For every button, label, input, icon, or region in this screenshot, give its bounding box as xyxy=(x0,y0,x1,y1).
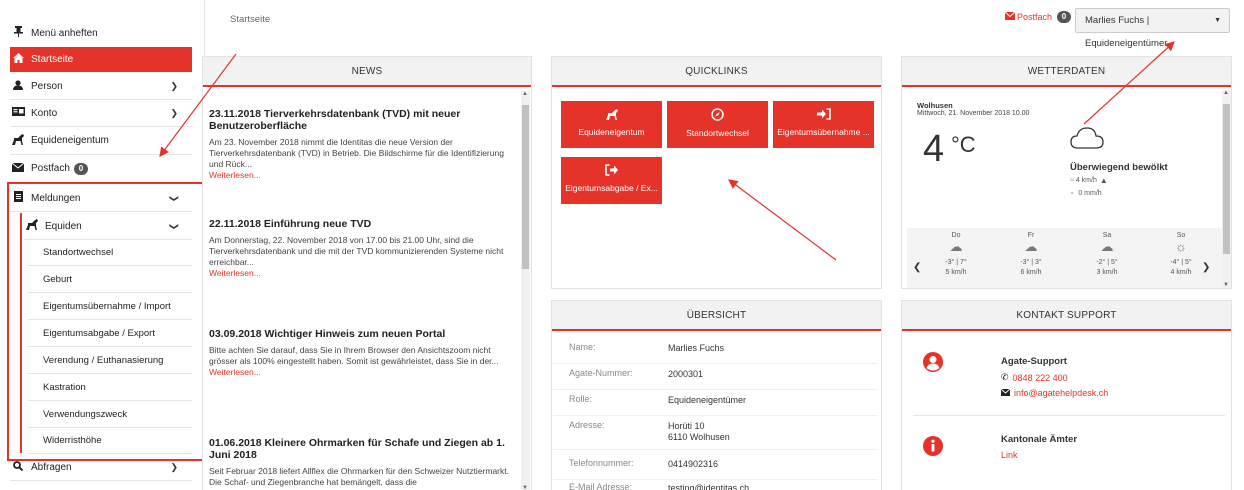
arrow-to-user-menu xyxy=(1083,41,1175,125)
annotation-arrows xyxy=(159,41,1175,261)
arrow-to-quicklinks xyxy=(728,179,837,261)
app-root: Menü anheften Startseite Person ❯ Konto … xyxy=(0,0,1244,490)
arrow-to-sidebar xyxy=(159,53,237,157)
